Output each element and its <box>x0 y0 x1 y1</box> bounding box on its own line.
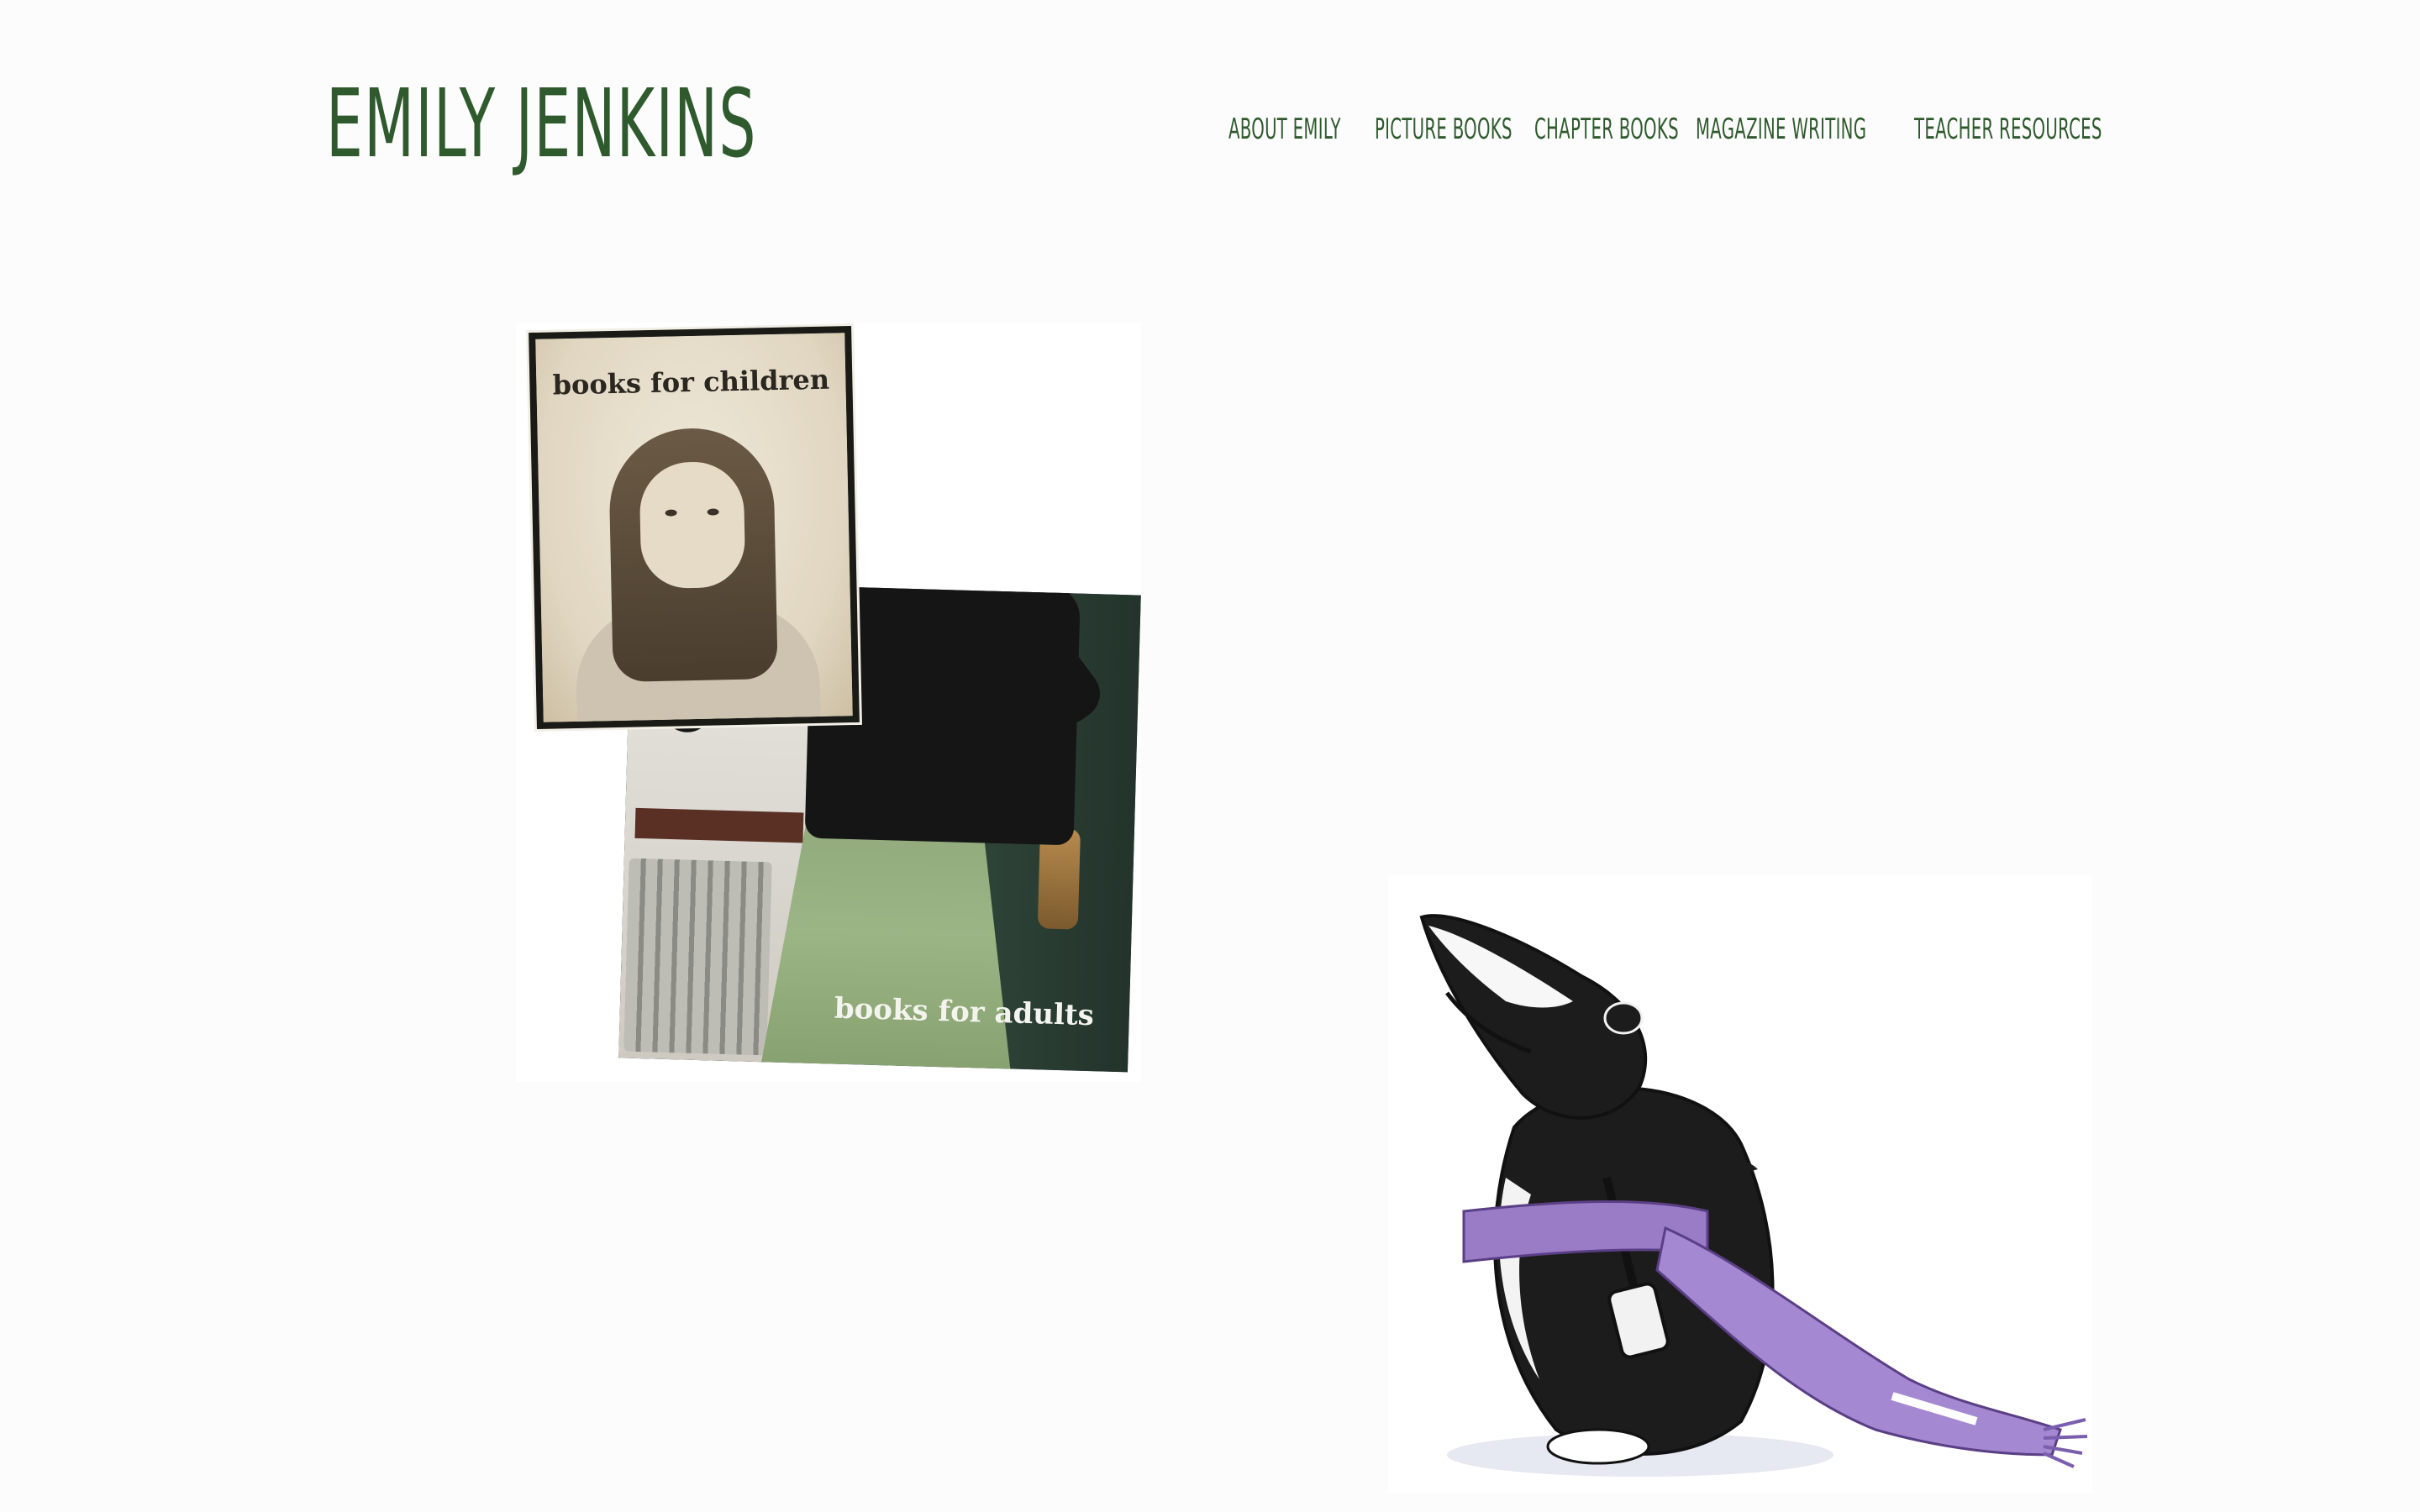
main-nav: ABOUT EMILY PICTURE BOOKS CHAPTER BOOKS … <box>1228 111 2102 148</box>
photo-radiator <box>623 858 772 1056</box>
books-for-children-photo[interactable]: books for children <box>529 326 860 729</box>
nav-item-about-emily[interactable]: ABOUT EMILY <box>1228 111 1341 148</box>
books-for-adults-label: books for adults <box>834 991 1095 1033</box>
books-collage-image[interactable]: books for adults books for children <box>516 323 1141 1082</box>
photo-child-face <box>639 460 746 590</box>
photo-shelf <box>634 807 804 843</box>
page: EMILY JENKINS ABOUT EMILY PICTURE BOOKS … <box>0 0 2420 1512</box>
badger-ear <box>1603 1001 1644 1035</box>
nav-item-teacher-resources[interactable]: TEACHER RESOURCES <box>1914 111 2102 148</box>
books-for-children-label: books for children <box>552 363 830 402</box>
nav-item-chapter-books[interactable]: CHAPTER BOOKS <box>1534 111 1679 148</box>
nav-item-magazine-writing[interactable]: MAGAZINE WRITING <box>1696 111 1866 148</box>
nav-item-picture-books[interactable]: PICTURE BOOKS <box>1375 111 1512 148</box>
badger-illustration[interactable] <box>1388 875 2092 1494</box>
badger-drawing <box>1419 914 2088 1477</box>
site-title-link[interactable]: EMILY JENKINS <box>326 77 757 171</box>
badger-foot <box>1546 1428 1650 1465</box>
